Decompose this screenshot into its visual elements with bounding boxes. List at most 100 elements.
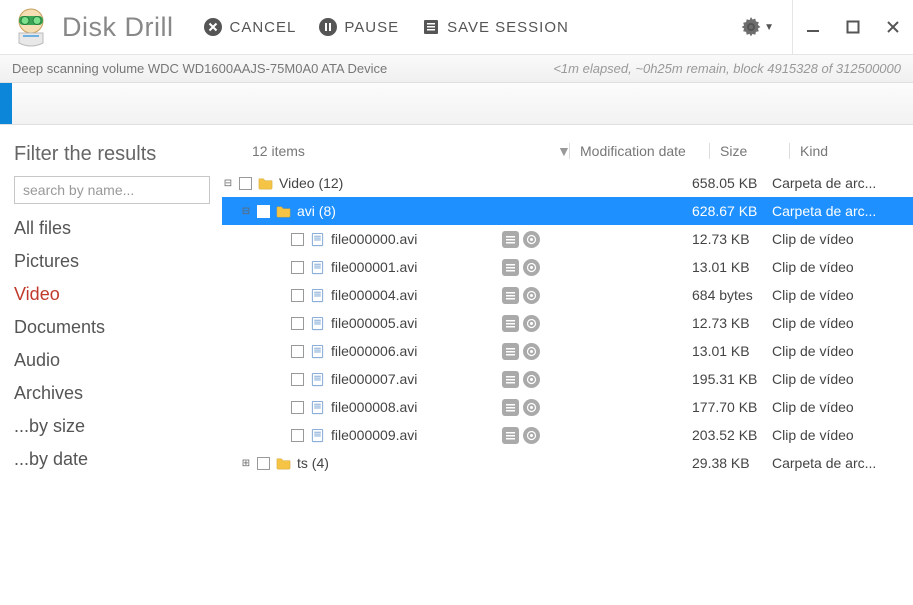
settings-button[interactable]: ▼ xyxy=(723,0,792,55)
preview-button[interactable] xyxy=(523,259,540,276)
row-checkbox[interactable] xyxy=(257,205,270,218)
search-input[interactable] xyxy=(14,176,210,204)
item-name: ts (4) xyxy=(297,455,329,471)
dropdown-caret-icon: ▼ xyxy=(764,22,774,33)
column-headers: 12 items ▼ Modification date Size Kind xyxy=(222,143,913,169)
collapse-icon[interactable]: ⊟ xyxy=(240,206,252,217)
file-icon xyxy=(309,343,325,359)
details-button[interactable] xyxy=(502,231,519,248)
details-button[interactable] xyxy=(502,427,519,444)
file-tree: ⊟ Video (12) 658.05 KBCarpeta de arc... ⊟ av… xyxy=(222,169,913,477)
preview-button[interactable] xyxy=(523,287,540,304)
preview-button[interactable] xyxy=(523,427,540,444)
folder-row[interactable]: ⊞ts (4)29.38 KBCarpeta de arc... xyxy=(222,449,913,477)
preview-button[interactable] xyxy=(523,315,540,332)
gear-icon xyxy=(741,17,761,37)
row-checkbox[interactable] xyxy=(291,261,304,274)
file-icon xyxy=(309,315,325,331)
close-button[interactable] xyxy=(873,0,913,55)
kind-cell: Carpeta de arc... xyxy=(772,203,913,219)
filter-item[interactable]: ...by size xyxy=(14,416,210,437)
save-session-button[interactable]: SAVE SESSION xyxy=(421,17,569,37)
file-row[interactable]: file000009.avi203.52 KBClip de vídeo xyxy=(222,421,913,449)
preview-button[interactable] xyxy=(523,371,540,388)
item-name: Video (12) xyxy=(279,175,343,191)
cancel-icon xyxy=(203,17,223,37)
titlebar: Disk Drill CANCEL PAUSE SAVE SESSION xyxy=(0,0,913,55)
column-size[interactable]: Size xyxy=(709,143,789,159)
row-checkbox[interactable] xyxy=(291,317,304,330)
preview-button[interactable] xyxy=(523,231,540,248)
row-checkbox[interactable] xyxy=(239,177,252,190)
filter-item[interactable]: All files xyxy=(14,218,210,239)
item-name: file000006.avi xyxy=(331,343,417,359)
details-button[interactable] xyxy=(502,315,519,332)
size-cell: 195.31 KB xyxy=(692,371,772,387)
file-row[interactable]: file000000.avi12.73 KBClip de vídeo xyxy=(222,225,913,253)
app-title: Disk Drill xyxy=(62,12,173,43)
tab-strip xyxy=(0,83,913,125)
active-tab-indicator[interactable] xyxy=(0,83,12,124)
row-checkbox[interactable] xyxy=(291,289,304,302)
maximize-button[interactable] xyxy=(833,0,873,55)
pause-button[interactable]: PAUSE xyxy=(318,17,399,37)
kind-cell: Clip de vídeo xyxy=(772,287,913,303)
details-button[interactable] xyxy=(502,371,519,388)
size-cell: 12.73 KB xyxy=(692,315,772,331)
scan-progress-text: <1m elapsed, ~0h25m remain, block 491532… xyxy=(553,61,901,76)
file-row[interactable]: file000004.avi684 bytesClip de vídeo xyxy=(222,281,913,309)
item-name: avi (8) xyxy=(297,203,336,219)
expand-icon[interactable]: ⊞ xyxy=(240,458,252,469)
filter-item[interactable]: Archives xyxy=(14,383,210,404)
sort-indicator-icon[interactable]: ▼ xyxy=(557,143,569,159)
size-cell: 658.05 KB xyxy=(692,175,772,191)
file-icon xyxy=(309,287,325,303)
size-cell: 29.38 KB xyxy=(692,455,772,471)
pause-icon xyxy=(318,17,338,37)
column-kind[interactable]: Kind xyxy=(789,143,913,159)
column-modification-date[interactable]: Modification date xyxy=(569,143,709,159)
row-checkbox[interactable] xyxy=(291,345,304,358)
filter-item[interactable]: Audio xyxy=(14,350,210,371)
filter-item[interactable]: Video xyxy=(14,284,210,305)
item-name: file000009.avi xyxy=(331,427,417,443)
sidebar: Filter the results All files Pictures Vide… xyxy=(0,125,222,605)
file-row[interactable]: file000001.avi13.01 KBClip de vídeo xyxy=(222,253,913,281)
toolbar-actions: CANCEL PAUSE SAVE SESSION ▼ xyxy=(203,0,913,55)
filter-item[interactable]: Documents xyxy=(14,317,210,338)
row-checkbox[interactable] xyxy=(291,373,304,386)
row-checkbox[interactable] xyxy=(291,401,304,414)
folder-icon xyxy=(275,203,291,219)
cancel-button[interactable]: CANCEL xyxy=(203,17,296,37)
filter-title: Filter the results xyxy=(14,143,210,166)
row-checkbox[interactable] xyxy=(291,233,304,246)
details-button[interactable] xyxy=(502,399,519,416)
size-cell: 13.01 KB xyxy=(692,259,772,275)
folder-row[interactable]: ⊟ Video (12) 658.05 KBCarpeta de arc... xyxy=(222,169,913,197)
preview-button[interactable] xyxy=(523,343,540,360)
kind-cell: Carpeta de arc... xyxy=(772,175,913,191)
folder-row[interactable]: ⊟avi (8)628.67 KBCarpeta de arc... xyxy=(222,197,913,225)
item-name: file000005.avi xyxy=(331,315,417,331)
item-name: file000000.avi xyxy=(331,231,417,247)
filter-list: All files Pictures Video Documents Audio Arch… xyxy=(14,218,210,470)
kind-cell: Clip de vídeo xyxy=(772,259,913,275)
filter-item[interactable]: ...by date xyxy=(14,449,210,470)
file-row[interactable]: file000007.avi195.31 KBClip de vídeo xyxy=(222,365,913,393)
details-button[interactable] xyxy=(502,287,519,304)
kind-cell: Clip de vídeo xyxy=(772,427,913,443)
kind-cell: Clip de vídeo xyxy=(772,231,913,247)
minimize-button[interactable] xyxy=(793,0,833,55)
save-session-label: SAVE SESSION xyxy=(447,19,569,36)
details-button[interactable] xyxy=(502,343,519,360)
details-button[interactable] xyxy=(502,259,519,276)
row-checkbox[interactable] xyxy=(291,429,304,442)
filter-item[interactable]: Pictures xyxy=(14,251,210,272)
file-row[interactable]: file000006.avi13.01 KBClip de vídeo xyxy=(222,337,913,365)
collapse-icon[interactable]: ⊟ xyxy=(222,178,234,189)
file-row[interactable]: file000005.avi12.73 KBClip de vídeo xyxy=(222,309,913,337)
file-row[interactable]: file000008.avi177.70 KBClip de vídeo xyxy=(222,393,913,421)
column-items[interactable]: 12 items xyxy=(222,143,557,159)
row-checkbox[interactable] xyxy=(257,457,270,470)
preview-button[interactable] xyxy=(523,399,540,416)
